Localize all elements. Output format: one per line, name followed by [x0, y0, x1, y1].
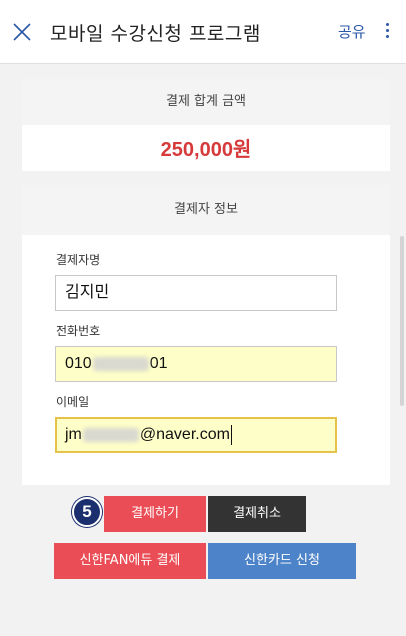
phone-suffix: 01	[149, 355, 168, 372]
payer-info-card: 결제자 정보 결제자명 김지민 전화번호 010 01 이메일 jm @naver.…	[22, 185, 390, 485]
pay-button[interactable]: 결제하기	[104, 496, 206, 532]
close-icon[interactable]	[10, 20, 34, 44]
total-amount-card: 결제 합계 금액 250,000원	[22, 79, 390, 171]
text-cursor	[230, 424, 232, 445]
scrollbar[interactable]	[400, 236, 404, 406]
email-suffix: @naver.com	[139, 426, 230, 443]
masked-text	[82, 427, 139, 442]
share-button[interactable]: 공유	[338, 21, 366, 42]
phone-label: 전화번호	[56, 324, 101, 338]
shinhan-fan-pay-button[interactable]: 신한FAN에듀 결제	[54, 543, 206, 579]
email-field[interactable]: jm @naver.com	[55, 417, 337, 453]
total-heading: 결제 합계 금액	[22, 79, 390, 125]
more-vertical-icon[interactable]	[382, 20, 392, 42]
payer-info-heading: 결제자 정보	[22, 185, 390, 235]
phone-prefix: 010	[65, 355, 92, 372]
top-bar: 모바일 수강신청 프로그램 공유	[0, 0, 406, 64]
masked-text	[92, 356, 149, 371]
cancel-payment-button[interactable]: 결제취소	[208, 496, 306, 532]
step-badge: 5	[72, 497, 102, 527]
email-prefix: jm	[65, 426, 82, 443]
total-amount-value: 250,000원	[160, 139, 252, 161]
shinhan-card-apply-button[interactable]: 신한카드 신청	[208, 543, 356, 579]
payer-name-value: 김지민	[65, 284, 110, 301]
email-label: 이메일	[56, 395, 90, 409]
payer-name-label: 결제자명	[56, 253, 101, 267]
page-title: 모바일 수강신청 프로그램	[50, 23, 261, 45]
payer-name-field[interactable]: 김지민	[55, 275, 337, 311]
phone-field[interactable]: 010 01	[55, 346, 337, 382]
